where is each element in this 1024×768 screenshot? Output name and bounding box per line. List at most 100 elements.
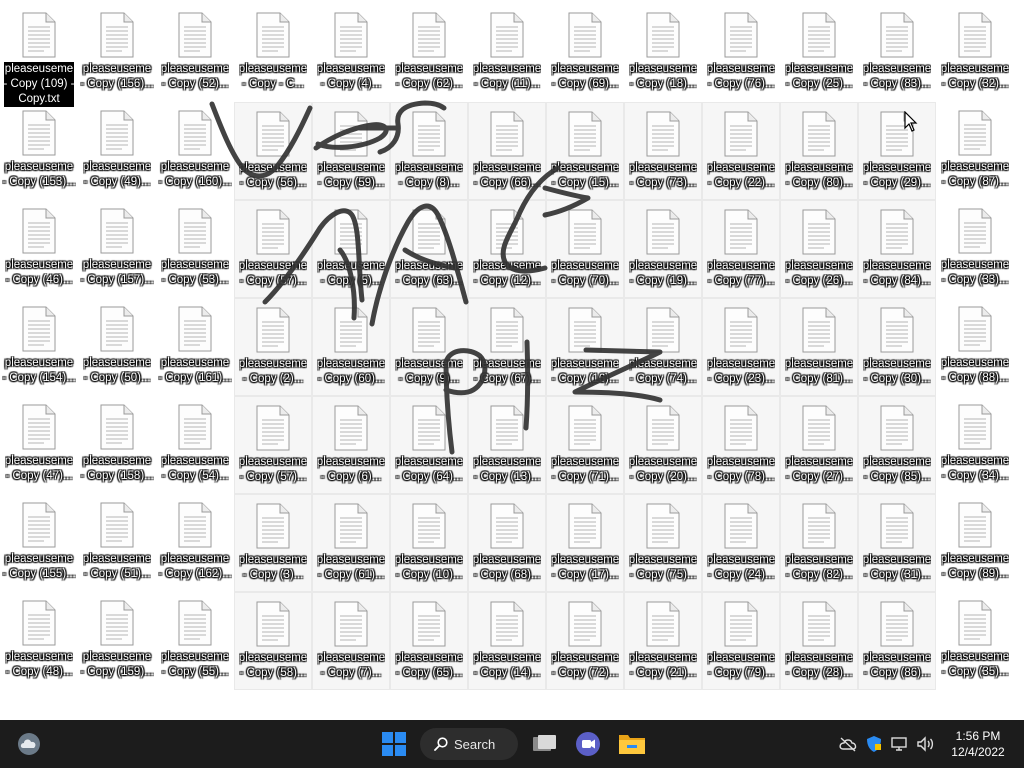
desktop-file-icon[interactable]: pleaseuseme - Copy (50)... (78, 298, 156, 396)
desktop-file-icon[interactable]: pleaseuseme - Copy (161)... (156, 298, 234, 396)
desktop-file-icon[interactable]: pleaseuseme - Copy (155)... (0, 494, 78, 592)
desktop-file-icon[interactable]: pleaseuseme - Copy (29)... (858, 102, 936, 200)
desktop-file-icon[interactable]: pleaseuseme - Copy (15)... (546, 102, 624, 200)
desktop-file-icon[interactable]: pleaseuseme - Copy (33)... (936, 200, 1014, 298)
desktop-file-icon[interactable]: pleaseuseme - Copy (60)... (312, 298, 390, 396)
desktop-file-icon[interactable]: pleaseuseme - Copy (30)... (858, 298, 936, 396)
network-icon[interactable] (890, 736, 908, 752)
desktop-file-icon[interactable]: pleaseuseme - Copy (109) - Copy.txt (0, 4, 78, 107)
desktop-file-icon[interactable]: pleaseuseme - Copy (56)... (234, 102, 312, 200)
security-shield-icon[interactable] (866, 735, 882, 753)
desktop-file-icon[interactable]: pleaseuseme - Copy (34)... (936, 396, 1014, 494)
desktop-file-icon[interactable]: pleaseuseme - Copy (66)... (468, 102, 546, 200)
weather-widget-button[interactable] (14, 720, 44, 768)
desktop-file-icon[interactable]: pleaseuseme - Copy (65)... (390, 592, 468, 690)
desktop-file-icon[interactable]: pleaseuseme - Copy (57)... (234, 396, 312, 494)
desktop-file-icon[interactable]: pleaseuseme - Copy (11)... (468, 4, 546, 102)
desktop-file-icon[interactable]: pleaseuseme - Copy (26)... (780, 200, 858, 298)
desktop-file-icon[interactable]: pleaseuseme - Copy - C... (234, 4, 312, 102)
desktop-file-icon[interactable]: pleaseuseme - Copy (20)... (624, 396, 702, 494)
desktop-file-icon[interactable]: pleaseuseme - Copy (82)... (780, 494, 858, 592)
desktop-file-icon[interactable]: pleaseuseme - Copy (2)... (234, 298, 312, 396)
desktop-file-icon[interactable]: pleaseuseme - Copy (89)... (936, 494, 1014, 592)
desktop-file-icon[interactable]: pleaseuseme - Copy (12)... (468, 200, 546, 298)
desktop-file-icon[interactable]: pleaseuseme - Copy (32)... (936, 4, 1014, 102)
desktop-file-icon[interactable]: pleaseuseme - Copy (14)... (468, 592, 546, 690)
desktop-file-icon[interactable]: pleaseuseme - Copy (68)... (468, 494, 546, 592)
desktop-file-icon[interactable]: pleaseuseme - Copy (55)... (156, 592, 234, 690)
desktop-file-icon[interactable]: pleaseuseme - Copy (84)... (858, 200, 936, 298)
desktop-file-icon[interactable]: pleaseuseme - Copy (86)... (858, 592, 936, 690)
desktop-file-icon[interactable]: pleaseuseme - Copy (16)... (546, 298, 624, 396)
desktop-file-icon[interactable]: pleaseuseme - Copy (62)... (390, 4, 468, 102)
desktop-file-icon[interactable]: pleaseuseme - Copy (58)... (234, 592, 312, 690)
desktop-file-icon[interactable]: pleaseuseme - Copy (156)... (78, 4, 156, 102)
desktop-file-icon[interactable]: pleaseuseme - Copy (21)... (624, 592, 702, 690)
desktop-file-icon[interactable]: pleaseuseme - Copy (51)... (78, 494, 156, 592)
desktop-file-icon[interactable]: pleaseuseme - Copy (23)... (702, 298, 780, 396)
desktop-file-icon[interactable]: pleaseuseme - Copy (27)... (780, 396, 858, 494)
volume-icon[interactable] (916, 736, 936, 752)
desktop-file-icon[interactable]: pleaseuseme - Copy (8)... (390, 102, 468, 200)
desktop-file-icon[interactable]: pleaseuseme - Copy (63)... (390, 200, 468, 298)
desktop-file-icon[interactable]: pleaseuseme - Copy (53)... (156, 200, 234, 298)
desktop-file-icon[interactable]: pleaseuseme - Copy (57)... (234, 200, 312, 298)
search-button[interactable]: Search (420, 728, 518, 760)
desktop-file-icon[interactable]: pleaseuseme - Copy (81)... (780, 298, 858, 396)
desktop-file-icon[interactable]: pleaseuseme - Copy (69)... (546, 4, 624, 102)
start-button[interactable] (378, 720, 410, 768)
desktop-file-icon[interactable]: pleaseuseme - Copy (153)... (0, 102, 78, 200)
desktop-file-icon[interactable]: pleaseuseme - Copy (49)... (78, 102, 156, 200)
desktop-file-icon[interactable]: pleaseuseme - Copy (4)... (312, 4, 390, 102)
desktop-file-icon[interactable]: pleaseuseme - Copy (31)... (858, 494, 936, 592)
desktop-file-icon[interactable]: pleaseuseme - Copy (10)... (390, 494, 468, 592)
desktop-file-icon[interactable]: pleaseuseme - Copy (3)... (234, 494, 312, 592)
desktop-file-icon[interactable]: pleaseuseme - Copy (13)... (468, 396, 546, 494)
desktop-file-icon[interactable]: pleaseuseme - Copy (52)... (156, 4, 234, 102)
desktop-file-icon[interactable]: pleaseuseme - Copy (22)... (702, 102, 780, 200)
cloud-offline-icon[interactable] (838, 736, 858, 752)
desktop-file-icon[interactable]: pleaseuseme - Copy (17)... (546, 494, 624, 592)
desktop-file-icon[interactable]: pleaseuseme - Copy (6)... (312, 396, 390, 494)
desktop-file-icon[interactable]: pleaseuseme - Copy (85)... (858, 396, 936, 494)
desktop-file-icon[interactable]: pleaseuseme - Copy (19)... (624, 200, 702, 298)
desktop-file-icon[interactable]: pleaseuseme - Copy (28)... (780, 592, 858, 690)
task-view-button[interactable] (529, 720, 559, 768)
desktop-file-icon[interactable]: pleaseuseme - Copy (25)... (780, 4, 858, 102)
desktop-file-icon[interactable]: pleaseuseme - Copy (47)... (0, 396, 78, 494)
desktop-file-icon[interactable]: pleaseuseme - Copy (88)... (936, 298, 1014, 396)
desktop-file-icon[interactable]: pleaseuseme - Copy (24)... (702, 494, 780, 592)
desktop-file-icon[interactable]: pleaseuseme - Copy (78)... (702, 396, 780, 494)
desktop[interactable]: pleaseuseme - Copy (109) - Copy.txt pleaseu… (0, 0, 1024, 720)
desktop-file-icon[interactable]: pleaseuseme - Copy (79)... (702, 592, 780, 690)
desktop-file-icon[interactable]: pleaseuseme - Copy (5)... (312, 200, 390, 298)
desktop-file-icon[interactable]: pleaseuseme - Copy (70)... (546, 200, 624, 298)
desktop-file-icon[interactable]: pleaseuseme - Copy (75)... (624, 494, 702, 592)
desktop-file-icon[interactable]: pleaseuseme - Copy (76)... (702, 4, 780, 102)
clock[interactable]: 1:56 PM 12/4/2022 (938, 728, 1018, 760)
desktop-file-icon[interactable]: pleaseuseme - Copy (67)... (468, 298, 546, 396)
desktop-file-icon[interactable]: pleaseuseme - Copy (87)... (936, 102, 1014, 200)
desktop-file-icon[interactable]: pleaseuseme - Copy (72)... (546, 592, 624, 690)
desktop-file-icon[interactable]: pleaseuseme - Copy (59)... (312, 102, 390, 200)
desktop-file-icon[interactable]: pleaseuseme - Copy (35)... (936, 592, 1014, 690)
desktop-file-icon[interactable]: pleaseuseme - Copy (54)... (156, 396, 234, 494)
file-explorer-button[interactable] (617, 720, 647, 768)
desktop-file-icon[interactable]: pleaseuseme - Copy (74)... (624, 298, 702, 396)
desktop-file-icon[interactable]: pleaseuseme - Copy (83)... (858, 4, 936, 102)
desktop-file-icon[interactable]: pleaseuseme - Copy (18)... (624, 4, 702, 102)
desktop-file-icon[interactable]: pleaseuseme - Copy (162)... (156, 494, 234, 592)
desktop-file-icon[interactable]: pleaseuseme - Copy (48)... (0, 592, 78, 690)
desktop-file-icon[interactable]: pleaseuseme - Copy (154)... (0, 298, 78, 396)
teams-chat-button[interactable] (573, 720, 603, 768)
desktop-file-icon[interactable]: pleaseuseme - Copy (9)... (390, 298, 468, 396)
desktop-file-icon[interactable]: pleaseuseme - Copy (61)... (312, 494, 390, 592)
desktop-file-icon[interactable]: pleaseuseme - Copy (46)... (0, 200, 78, 298)
desktop-file-icon[interactable]: pleaseuseme - Copy (71)... (546, 396, 624, 494)
desktop-file-icon[interactable]: pleaseuseme - Copy (159)... (78, 592, 156, 690)
desktop-file-icon[interactable]: pleaseuseme - Copy (7)... (312, 592, 390, 690)
desktop-file-icon[interactable]: pleaseuseme - Copy (160)... (156, 102, 234, 200)
desktop-file-icon[interactable]: pleaseuseme - Copy (64)... (390, 396, 468, 494)
desktop-file-icon[interactable]: pleaseuseme - Copy (73)... (624, 102, 702, 200)
desktop-file-icon[interactable]: pleaseuseme - Copy (158)... (78, 396, 156, 494)
